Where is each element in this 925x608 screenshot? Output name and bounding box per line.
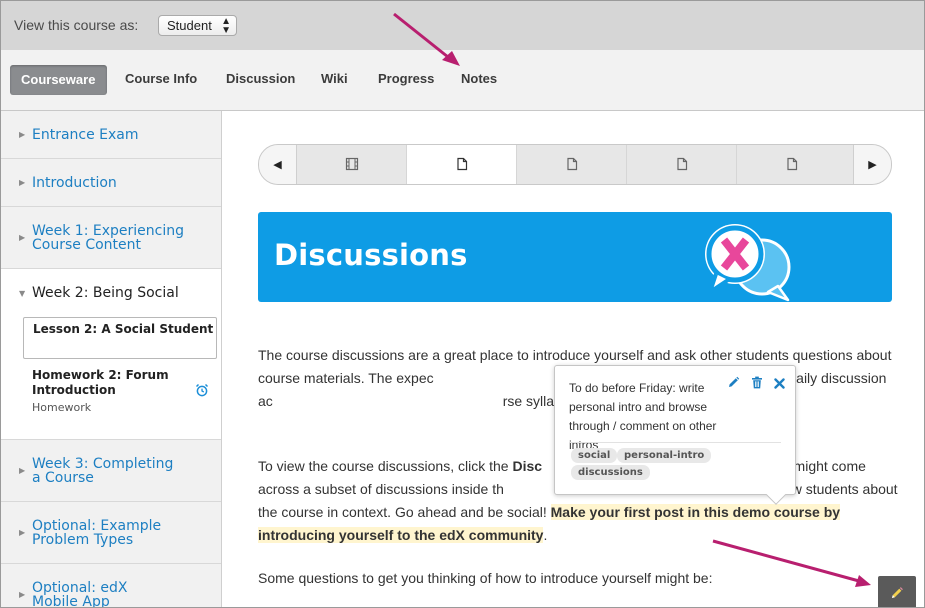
course-navigation-sidebar: ▶ Entrance Exam ▶ Introduction ▶ Week 1:…: [1, 111, 222, 608]
tab-wiki[interactable]: Wiki: [321, 71, 348, 86]
sequence-item-page-active[interactable]: [407, 145, 517, 184]
pencil-icon: [728, 376, 740, 387]
sequence-lesson-2[interactable]: Lesson 2: A Social Student: [23, 317, 217, 359]
edit-note-button[interactable]: [727, 374, 740, 393]
discussions-banner: Discussions: [258, 212, 892, 302]
previous-unit-button[interactable]: ◀: [259, 145, 297, 184]
pencil-icon: [892, 587, 903, 598]
note-tooltip: To do before Friday: write personal intr…: [554, 365, 796, 505]
chapter-example-problem-types[interactable]: ▶ Optional: Example Problem Types: [1, 502, 221, 564]
sequence-homework-2[interactable]: Homework 2: Forum Introduction: [32, 368, 192, 398]
course-tabs: Courseware Course Info Discussion Wiki P…: [1, 50, 924, 111]
chapter-mobile-app[interactable]: ▶ Optional: edX Mobile App: [1, 564, 221, 608]
tab-courseware[interactable]: Courseware: [10, 65, 107, 95]
role-select[interactable]: Student ▲ ▼: [158, 15, 237, 36]
caret-right-icon: ▶: [19, 528, 26, 537]
chapter-name: Entrance Exam: [32, 127, 139, 143]
notes-toggle-button[interactable]: [878, 576, 916, 607]
film-icon: [345, 157, 359, 171]
banner-title: Discussions: [274, 238, 468, 272]
note-text: To do before Friday: write personal intr…: [569, 381, 717, 452]
note-tag[interactable]: discussions: [571, 465, 650, 480]
paragraph-questions: Some questions to get you thinking of ho…: [258, 570, 713, 586]
trash-icon: [751, 376, 762, 389]
select-arrows-icon: ▲ ▼: [221, 16, 231, 36]
caret-right-icon: ▶: [868, 158, 877, 171]
role-select-value: Student: [167, 18, 212, 33]
chapter-week-3[interactable]: ▶ Week 3: Completing a Course: [1, 440, 221, 502]
document-icon: [457, 157, 468, 171]
homework-subtitle: Homework: [32, 401, 92, 414]
chapter-name: Week 3: Completing a Course: [32, 456, 174, 486]
note-actions: [721, 374, 785, 390]
course-content: ◀ ▶ Discussions The course discussions a…: [223, 111, 924, 607]
caret-down-icon: ▼: [19, 289, 26, 298]
caret-left-icon: ◀: [273, 158, 282, 171]
caret-right-icon: ▶: [19, 466, 26, 475]
chapter-name: Week 1: Experiencing Course Content: [32, 223, 184, 253]
next-unit-button[interactable]: ▶: [853, 145, 891, 184]
delete-note-button[interactable]: [751, 374, 763, 393]
discussion-bubbles-logo-icon: [705, 224, 791, 302]
tab-progress[interactable]: Progress: [378, 71, 434, 86]
view-as-label: View this course as:: [14, 17, 139, 33]
screenshot-frame: View this course as: Student ▲ ▼ Coursewa…: [0, 0, 925, 608]
sequence-item-page[interactable]: [517, 145, 627, 184]
view-as-bar: View this course as: Student ▲ ▼: [1, 1, 924, 50]
chapter-week-1[interactable]: ▶ Week 1: Experiencing Course Content: [1, 207, 221, 269]
tab-course-info[interactable]: Course Info: [125, 71, 197, 86]
chapter-name: Optional: edX Mobile App: [32, 580, 128, 608]
chapter-name: Week 2: Being Social: [32, 285, 179, 301]
tab-discussion[interactable]: Discussion: [226, 71, 295, 86]
bold-text: Disc: [512, 458, 543, 474]
note-tag[interactable]: personal-intro: [617, 448, 712, 463]
chapter-name: Optional: Example Problem Types: [32, 518, 162, 548]
text-segment: .: [543, 527, 548, 543]
caret-right-icon: ▶: [19, 590, 26, 599]
alarm-clock-icon: [195, 383, 209, 397]
close-icon: [774, 378, 785, 389]
sequence-item-page[interactable]: [627, 145, 737, 184]
chapter-entrance-exam[interactable]: ▶ Entrance Exam: [1, 111, 221, 159]
note-tag[interactable]: social: [571, 448, 618, 463]
note-divider: [569, 442, 781, 443]
text-segment: To view the course discussions, click th…: [258, 458, 513, 474]
chapter-introduction[interactable]: ▶ Introduction: [1, 159, 221, 207]
tab-notes[interactable]: Notes: [461, 71, 497, 86]
document-icon: [567, 157, 578, 171]
caret-right-icon: ▶: [19, 178, 26, 187]
caret-right-icon: ▶: [19, 130, 26, 139]
document-icon: [787, 157, 798, 171]
close-note-button[interactable]: [774, 374, 785, 393]
caret-right-icon: ▶: [19, 233, 26, 242]
document-icon: [677, 157, 688, 171]
sequence-navigation: ◀ ▶: [258, 144, 892, 185]
sequence-item-video[interactable]: [297, 145, 407, 184]
chapter-name: Introduction: [32, 175, 117, 191]
sequence-item-page[interactable]: [737, 145, 847, 184]
